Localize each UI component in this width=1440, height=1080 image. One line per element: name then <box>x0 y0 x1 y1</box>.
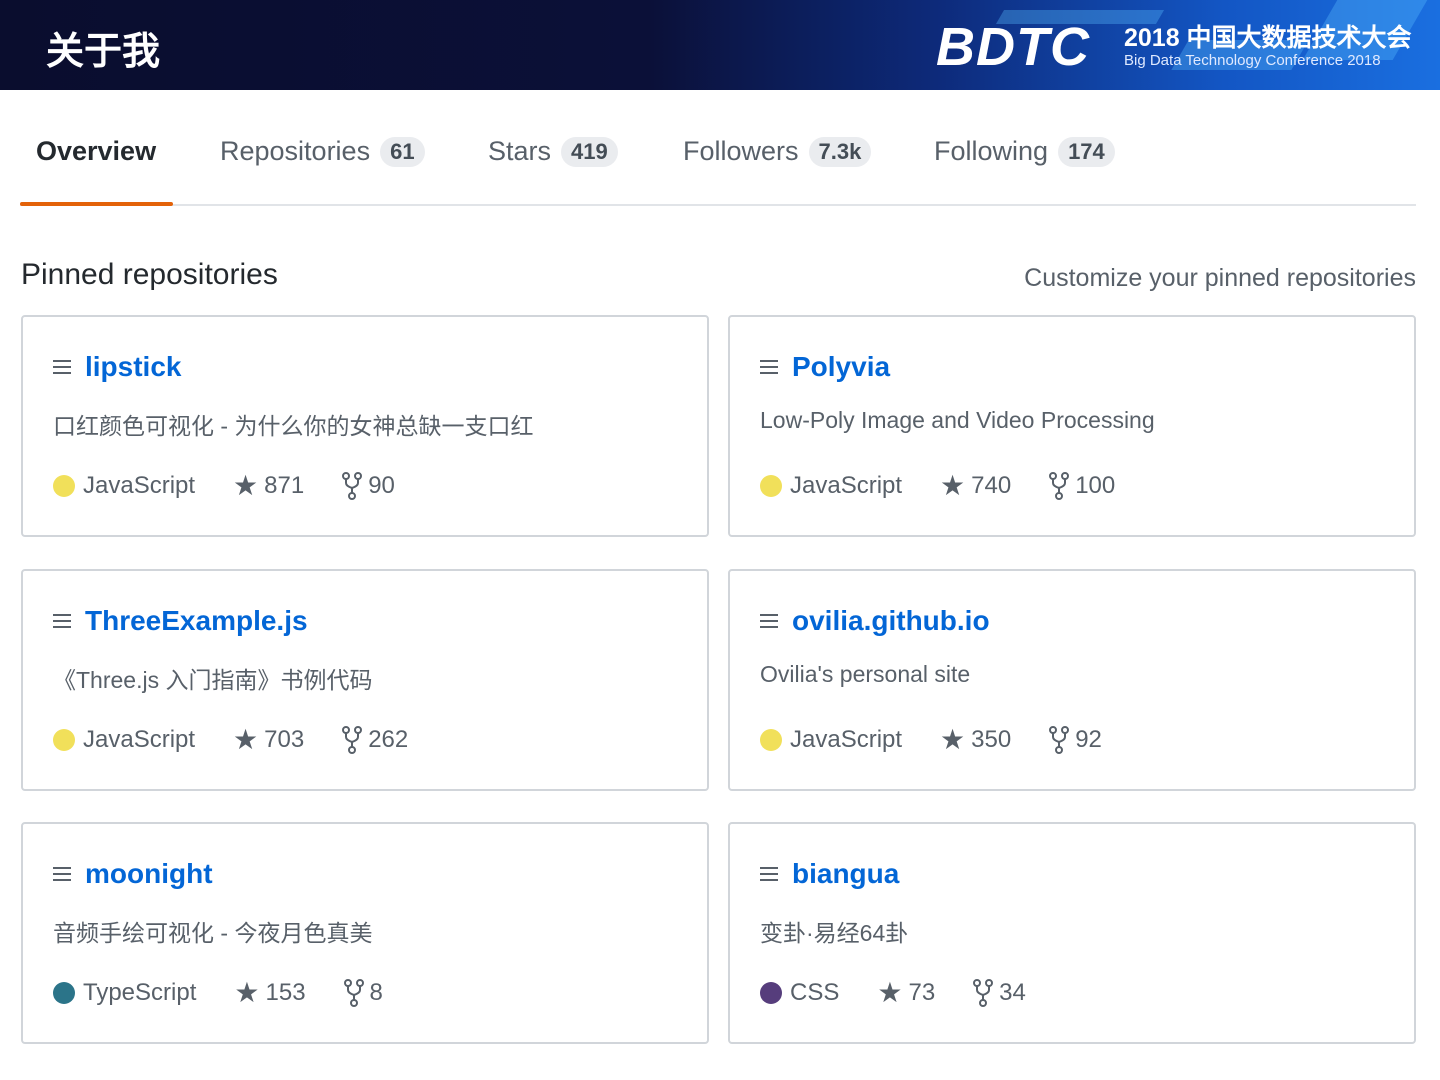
repo-stars[interactable]: ★ 350 <box>940 726 1011 754</box>
repo-forks[interactable]: 262 <box>342 726 408 754</box>
language-color-icon <box>760 475 782 497</box>
star-count: 703 <box>264 726 305 753</box>
repo-icon <box>760 614 778 628</box>
star-icon: ★ <box>877 977 903 1008</box>
star-icon: ★ <box>940 724 966 755</box>
repo-stars[interactable]: ★ 73 <box>877 979 935 1007</box>
fork-icon <box>1049 472 1070 500</box>
fork-count: 90 <box>368 472 395 499</box>
repo-language: JavaScript <box>83 472 196 499</box>
tab-label: Overview <box>36 136 157 166</box>
repo-language: CSS <box>790 979 840 1006</box>
tab-label: Following <box>934 136 1049 166</box>
language-color-icon <box>760 982 782 1004</box>
profile-tabs: Overview Repositories 61 Stars 419 Followe… <box>20 120 1416 206</box>
customize-pinned-link[interactable]: Customize your pinned repositories <box>1024 264 1416 293</box>
fork-count: 92 <box>1075 726 1102 753</box>
repo-stars[interactable]: ★ 740 <box>940 472 1011 500</box>
repo-description: 口红颜色可视化 - 为什么你的女神总缺一支口红 <box>53 413 534 439</box>
repo-language: JavaScript <box>790 726 903 753</box>
page-title: 关于我 <box>46 31 161 73</box>
tab-label: Repositories <box>220 136 371 166</box>
repo-name-link[interactable]: ovilia.github.io <box>792 605 990 637</box>
repo-language: TypeScript <box>83 979 197 1006</box>
pinned-heading: Pinned repositories <box>21 258 278 291</box>
fork-count: 262 <box>368 726 409 753</box>
repo-forks[interactable]: 100 <box>1049 472 1115 500</box>
star-icon: ★ <box>233 470 259 501</box>
repo-description: 变卦·易经64卦 <box>760 920 909 946</box>
star-count: 153 <box>265 979 306 1006</box>
pinned-repo-card: moonight 音频手绘可视化 - 今夜月色真美 TypeScript ★ 15… <box>21 822 709 1044</box>
pinned-repo-card: lipstick 口红颜色可视化 - 为什么你的女神总缺一支口红 JavaScr… <box>21 315 709 537</box>
repo-icon <box>53 360 71 374</box>
tab-repositories[interactable]: Repositories 61 <box>220 136 425 167</box>
fork-count: 100 <box>1075 472 1116 499</box>
tab-label: Stars <box>488 136 552 166</box>
repo-name-link[interactable]: Polyvia <box>792 351 890 383</box>
active-tab-underline <box>20 202 173 206</box>
tab-overview[interactable]: Overview <box>36 136 156 167</box>
repo-name-link[interactable]: lipstick <box>85 351 181 383</box>
fork-count: 8 <box>369 979 383 1006</box>
language-color-icon <box>53 729 75 751</box>
tab-label: Followers <box>683 136 799 166</box>
repo-name-link[interactable]: biangua <box>792 858 899 890</box>
star-count: 871 <box>264 472 305 499</box>
repo-icon <box>760 867 778 881</box>
repo-forks[interactable]: 90 <box>342 472 395 500</box>
repo-stars[interactable]: ★ 871 <box>233 472 304 500</box>
pinned-repo-card: ThreeExample.js 《Three.js 入门指南》书例代码 Java… <box>21 569 709 791</box>
repo-stars[interactable]: ★ 703 <box>233 726 304 754</box>
repo-name-link[interactable]: moonight <box>85 858 213 890</box>
repo-forks[interactable]: 8 <box>343 979 383 1007</box>
bdtc-logo: BDTC <box>936 17 1090 77</box>
repo-name-link[interactable]: ThreeExample.js <box>85 605 308 637</box>
repo-icon <box>760 360 778 374</box>
language-color-icon <box>53 982 75 1004</box>
repo-language: JavaScript <box>790 472 903 499</box>
language-color-icon <box>760 729 782 751</box>
repo-icon <box>53 867 71 881</box>
star-count: 350 <box>971 726 1012 753</box>
fork-icon <box>973 979 994 1007</box>
repo-description: 音频手绘可视化 - 今夜月色真美 <box>53 920 373 946</box>
star-count: 73 <box>908 979 936 1006</box>
repo-description: Low-Poly Image and Video Processing <box>760 407 1155 433</box>
repo-stars[interactable]: ★ 153 <box>234 979 305 1007</box>
tab-counter: 7.3k <box>808 136 872 167</box>
tab-following[interactable]: Following 174 <box>934 136 1115 167</box>
pinned-repo-card: Polyvia Low-Poly Image and Video Process… <box>728 315 1416 537</box>
fork-icon <box>342 726 363 754</box>
pinned-repo-card: biangua 变卦·易经64卦 CSS ★ 73 34 <box>728 822 1416 1044</box>
tab-stars[interactable]: Stars 419 <box>488 136 618 167</box>
tab-counter: 419 <box>561 136 618 167</box>
logo-cn-text: 2018 中国大数据技术大会 <box>1124 24 1412 52</box>
repo-description: Ovilia's personal site <box>760 661 971 687</box>
tab-counter: 61 <box>380 136 425 167</box>
tab-counter: 174 <box>1058 136 1115 167</box>
repo-language: JavaScript <box>83 726 196 753</box>
repo-forks[interactable]: 34 <box>973 979 1026 1007</box>
repo-description: 《Three.js 入门指南》书例代码 <box>53 667 373 693</box>
pinned-repo-card: ovilia.github.io Ovilia's personal site … <box>728 569 1416 791</box>
repo-forks[interactable]: 92 <box>1049 726 1102 754</box>
language-color-icon <box>53 475 75 497</box>
logo-en-text: Big Data Technology Conference 2018 <box>1124 52 1381 69</box>
fork-icon <box>1049 726 1070 754</box>
repo-icon <box>53 614 71 628</box>
tab-followers[interactable]: Followers 7.3k <box>683 136 872 167</box>
fork-icon <box>343 979 364 1007</box>
star-icon: ★ <box>940 470 966 501</box>
star-count: 740 <box>971 472 1012 499</box>
banner-header: 关于我 BDTC 2018 中国大数据技术大会 Big Data Technol… <box>0 0 1440 90</box>
star-icon: ★ <box>234 977 260 1008</box>
fork-icon <box>342 472 363 500</box>
fork-count: 34 <box>999 979 1026 1006</box>
star-icon: ★ <box>233 724 259 755</box>
